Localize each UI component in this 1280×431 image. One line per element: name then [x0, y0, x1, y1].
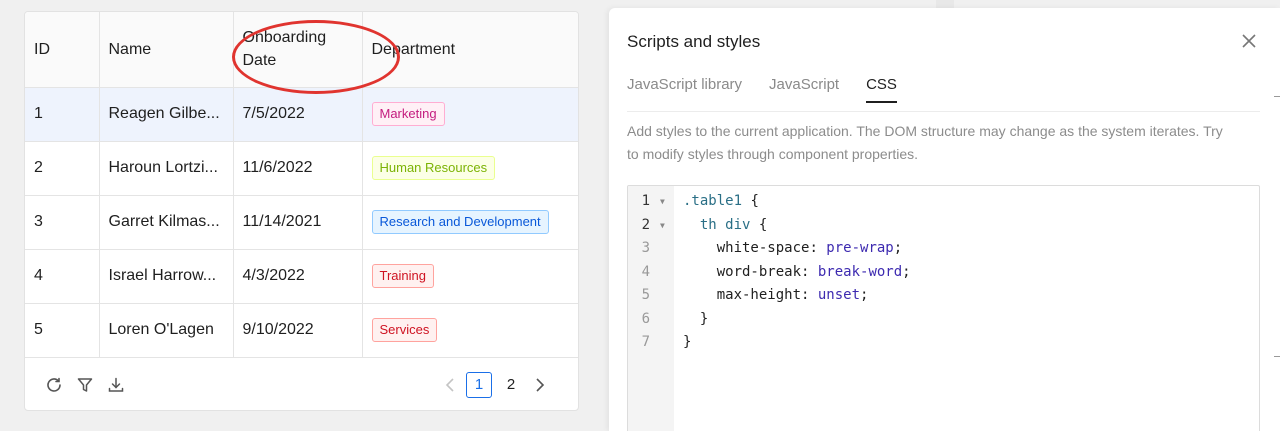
code-text: .table1 {: [683, 190, 759, 214]
close-button[interactable]: [1239, 31, 1259, 51]
edge-mark: [1274, 356, 1280, 357]
data-table-card: ID Name Onboarding Date Department 1 Reag…: [24, 11, 579, 411]
code-text: th div {: [683, 214, 767, 238]
table-footer: 1 2: [25, 358, 578, 410]
download-icon[interactable]: [107, 376, 125, 394]
line-number: 6: [641, 310, 650, 327]
chevron-left-icon: [445, 377, 454, 392]
code-token: word-break: [683, 263, 802, 280]
panel-tabs: JavaScript library JavaScript CSS: [627, 76, 897, 103]
department-tag: Human Resources: [371, 156, 496, 180]
refresh-icon[interactable]: [45, 376, 63, 394]
code-token: :: [809, 240, 827, 256]
fold-arrow-icon[interactable]: ▼: [660, 190, 665, 214]
next-page-button[interactable]: [530, 373, 550, 397]
code-text: }: [683, 308, 708, 332]
edge-mark: [1274, 96, 1280, 97]
cell-department: Training: [362, 249, 578, 304]
cell-department: Services: [362, 303, 578, 358]
prev-page-button[interactable]: [440, 373, 460, 397]
code-token: ;: [902, 263, 911, 280]
column-header-id[interactable]: ID: [25, 12, 100, 88]
cell-onboarding-date: 11/6/2022: [233, 141, 363, 196]
code-token: unset: [817, 287, 861, 303]
cell-department: Marketing: [362, 87, 578, 142]
cell-department: Human Resources: [362, 141, 578, 196]
cell-name: Garret Kilmas...: [99, 195, 234, 250]
pagination: 1 2: [440, 371, 550, 398]
table-row[interactable]: 5 Loren O'Lagen 9/10/2022 Services: [25, 303, 578, 358]
tabs-divider: [627, 111, 1260, 112]
code-token: white-space: [683, 240, 810, 256]
line-number: 1: [641, 193, 650, 209]
cell-name: Loren O'Lagen: [99, 303, 234, 358]
scripts-styles-panel: Scripts and styles JavaScript library Ja…: [609, 8, 1280, 431]
code-text: white-space: pre-wrap;: [683, 237, 902, 261]
panel-description: Add styles to the current application. T…: [627, 123, 1223, 162]
code-token: {: [750, 216, 768, 233]
line-number: 7: [641, 334, 650, 350]
code-text: word-break: break-word;: [683, 261, 911, 285]
css-code-editor[interactable]: 1 ▼ .table1 {2 ▼ th div {3 white-space: pre…: [627, 185, 1260, 431]
table-row[interactable]: 4 Israel Harrow... 4/3/2022 Training: [25, 249, 578, 304]
tab-css[interactable]: CSS: [866, 76, 897, 103]
code-token: max-height: [683, 287, 802, 303]
column-header-department[interactable]: Department: [362, 12, 578, 88]
department-tag: Research and Development: [371, 210, 549, 234]
line-number: 3: [641, 240, 650, 256]
cell-id: 2: [25, 141, 100, 196]
cell-name: Israel Harrow...: [99, 249, 234, 304]
line-number: 4: [641, 263, 650, 280]
code-token: {: [742, 193, 759, 209]
code-token: ;: [893, 240, 903, 256]
code-token: .table1: [683, 193, 743, 209]
fold-arrow-icon[interactable]: ▼: [660, 214, 665, 238]
page-2-button[interactable]: 2: [498, 372, 524, 398]
cell-name: Reagen Gilbe...: [99, 87, 234, 142]
employee-table: ID Name Onboarding Date Department 1 Reag…: [25, 12, 578, 358]
cell-onboarding-date: 9/10/2022: [233, 303, 363, 358]
code-token: ;: [860, 287, 869, 303]
code-token: break-word: [817, 263, 903, 280]
page-1-button[interactable]: 1: [466, 371, 492, 398]
column-header-name[interactable]: Name: [99, 12, 234, 88]
department-tag: Marketing: [371, 102, 445, 126]
cell-id: 3: [25, 195, 100, 250]
close-icon: [1242, 34, 1256, 48]
code-text: max-height: unset;: [683, 284, 869, 308]
cell-name: Haroun Lortzi...: [99, 141, 234, 196]
tab-javascript[interactable]: JavaScript: [769, 76, 839, 103]
chevron-right-icon: [536, 377, 545, 392]
table-row[interactable]: 3 Garret Kilmas... 11/14/2021 Research and …: [25, 195, 578, 250]
department-tag: Training: [371, 264, 434, 288]
cell-id: 1: [25, 87, 100, 142]
filter-icon[interactable]: [76, 376, 94, 394]
code-token: pre-wrap: [826, 240, 894, 256]
line-number: 5: [641, 287, 650, 303]
tab-javascript-library[interactable]: JavaScript library: [627, 76, 742, 103]
code-token: }: [683, 334, 692, 350]
table-row[interactable]: 1 Reagen Gilbe... 7/5/2022 Marketing: [25, 87, 578, 142]
cell-onboarding-date: 7/5/2022: [233, 87, 363, 142]
panel-title: Scripts and styles: [627, 32, 761, 51]
table-row[interactable]: 2 Haroun Lortzi... 11/6/2022 Human Resource…: [25, 141, 578, 196]
code-token: :: [801, 287, 818, 303]
cell-onboarding-date: 11/14/2021: [233, 195, 363, 250]
cell-department: Research and Development: [362, 195, 578, 250]
cell-id: 4: [25, 249, 100, 304]
department-tag: Services: [371, 318, 438, 342]
cell-onboarding-date: 4/3/2022: [233, 249, 363, 304]
line-number: 2: [641, 216, 650, 233]
table-header-row: ID Name Onboarding Date Department: [25, 12, 578, 88]
code-token: :: [801, 263, 818, 280]
column-header-onboarding-date[interactable]: Onboarding Date: [233, 12, 363, 88]
code-token: }: [683, 310, 709, 327]
cell-id: 5: [25, 303, 100, 358]
code-text: }: [683, 331, 691, 355]
code-token: th div: [683, 216, 751, 233]
